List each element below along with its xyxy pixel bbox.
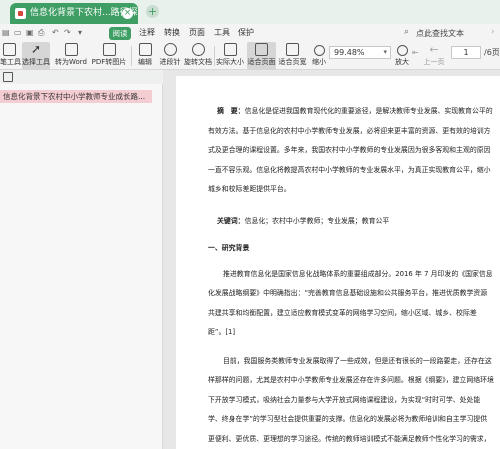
menu-annotate[interactable]: 注释 — [139, 27, 155, 38]
search-label: 点此查找文本 — [416, 29, 464, 38]
word-icon — [64, 43, 78, 56]
bookmark-icon[interactable] — [3, 72, 13, 82]
zoom-out-label: 缩小 — [312, 58, 326, 66]
fit-width-button[interactable]: 适合页宽 — [278, 42, 307, 70]
to-word-button[interactable]: 转为Word — [54, 42, 88, 70]
toolbar-divider — [131, 46, 132, 66]
more-icon[interactable]: ▾ — [78, 28, 87, 37]
menu-convert[interactable]: 转换 — [164, 27, 180, 38]
fit-page-label: 适合页面 — [247, 58, 276, 66]
tab-bar: 信息化背景下农村...路径探析.pdf × + — [0, 0, 500, 24]
image-icon — [102, 43, 116, 56]
pen-tool-button[interactable]: 笔工具 — [0, 42, 21, 70]
prev-page-label: 上一页 — [423, 58, 445, 66]
prev-page-icon: ← — [429, 43, 439, 56]
search-box[interactable]: ⌕ 点此查找文本 — [404, 27, 494, 40]
file-menu-icon[interactable]: ▤ — [2, 28, 11, 37]
keywords-label: 关键词： — [217, 216, 245, 225]
menu-page[interactable]: 页面 — [189, 27, 205, 38]
section-heading: 一、研究背景 — [208, 244, 250, 252]
keywords-text: 信息化；农村中小学教师；专业发展；教育公平 — [244, 216, 390, 225]
keywords: 关键词：信息化；农村中小学教师；专业发展；教育公平 — [208, 212, 494, 232]
abstract-label: 摘 要： — [217, 107, 245, 115]
actual-size-icon — [223, 43, 237, 56]
menu-protect[interactable]: 保护 — [238, 27, 254, 38]
menu-tools[interactable]: 工具 — [214, 27, 230, 38]
search-icon: ⌕ — [404, 27, 410, 37]
pdf-file-icon — [15, 8, 26, 19]
zoom-in-label: 放大 — [395, 58, 409, 66]
outline-sidebar: 信息化背景下农村中小学教师专业成长路... — [0, 70, 163, 449]
print-icon[interactable]: ⎙ — [38, 28, 47, 37]
toolbar-divider — [214, 46, 215, 66]
zoom-out-button[interactable]: 缩小 — [311, 42, 327, 70]
sidebar-header — [0, 70, 163, 84]
paragraph: 推进教育信息化是国家信息化战略体系的重要组成部分。2016 年 7 月印发的《国… — [208, 269, 493, 337]
pen-tool-label: 笔工具 — [0, 58, 21, 66]
zoom-in-icon — [396, 45, 408, 56]
edit-icon — [138, 43, 152, 56]
close-tab-icon[interactable]: × — [122, 8, 133, 19]
open-icon[interactable]: ▭ — [14, 28, 23, 37]
document-tab[interactable]: 信息化背景下农村...路径探析.pdf × — [10, 3, 138, 24]
cursor-icon: ➚ — [30, 42, 42, 56]
select-tool-button[interactable]: ➚ 选择工具 — [22, 42, 50, 70]
pdf-page: 摘 要：信息化是促进我国教育现代化的重要途径，是解决教师专业发展、实现教育公平的… — [176, 76, 500, 449]
rotate-label: 旋转文档 — [184, 58, 212, 66]
chevron-down-icon: ▾ — [383, 48, 387, 56]
actual-size-button[interactable]: 实际大小 — [216, 42, 244, 70]
menu-read[interactable]: 阅读 — [109, 27, 131, 40]
pdf-to-image-button[interactable]: PDF转图片 — [90, 42, 128, 70]
edit-label: 编辑 — [138, 58, 152, 66]
abstract: 摘 要：信息化是促进我国教育现代化的重要途径，是解决教师专业发展、实现教育公平的… — [208, 102, 494, 200]
page-content: 摘 要：信息化是促进我国教育现代化的重要途径，是解决教师专业发展、实现教育公平的… — [208, 102, 494, 449]
zoom-value: 99.48% — [334, 48, 365, 57]
section-icon — [163, 43, 177, 56]
page-total: /6页 — [484, 48, 500, 57]
save-icon[interactable]: ▣ — [26, 28, 35, 37]
section-button[interactable]: 进段针 — [158, 42, 182, 70]
outline-item[interactable]: 信息化背景下农村中小学教师专业成长路... — [0, 90, 152, 103]
pdf-to-image-label: PDF转图片 — [91, 58, 127, 66]
zoom-out-icon — [313, 45, 325, 56]
edit-button[interactable]: 编辑 — [134, 42, 156, 70]
page-number-input[interactable]: 1 — [451, 46, 481, 59]
actual-size-label: 实际大小 — [216, 58, 244, 66]
redo-icon[interactable]: ↷ — [64, 28, 73, 37]
fit-width-label: 适合页宽 — [278, 58, 307, 66]
zoom-in-button[interactable]: 放大 — [393, 42, 411, 70]
menu-bar: ▤ ▭ ▣ ⎙ ↶ ↷ ▾ 阅读 注释 转换 页面 工具 保护 ⌕ 点此查找文本… — [0, 24, 500, 42]
first-page-icon[interactable]: ⇤ — [412, 48, 421, 57]
document-canvas: 摘 要：信息化是促进我国教育现代化的重要途径，是解决教师专业发展、实现教育公平的… — [164, 70, 500, 449]
fit-page-icon — [255, 43, 268, 56]
new-tab-button[interactable]: + — [146, 5, 159, 18]
chevron-right-icon[interactable]: › — [491, 27, 495, 37]
fit-width-icon — [286, 43, 299, 56]
abstract-text: 信息化是促进我国教育现代化的重要途径，是解决教师专业发展、实现教育公平的有效方法… — [208, 107, 493, 193]
section-label: 进段针 — [159, 58, 181, 66]
fit-page-button[interactable]: 适合页面 — [247, 42, 276, 70]
paragraph: 目前，我国服务类教师专业发展取得了一些成效，但是还有很长的一段路要走，还存在这样… — [208, 356, 494, 443]
select-tool-label: 选择工具 — [22, 58, 50, 66]
undo-icon[interactable]: ↶ — [52, 28, 61, 37]
prev-page-button[interactable]: ← 上一页 — [422, 42, 446, 70]
rotate-button[interactable]: 旋转文档 — [184, 42, 212, 70]
toolbar: 笔工具 ➚ 选择工具 转为Word PDF转图片 编辑 进段针 旋转文档 实际大… — [0, 42, 500, 70]
rotate-icon — [191, 43, 205, 56]
pen-icon — [2, 43, 16, 56]
to-word-label: 转为Word — [55, 58, 87, 66]
zoom-level-select[interactable]: 99.48% ▾ — [329, 46, 391, 59]
